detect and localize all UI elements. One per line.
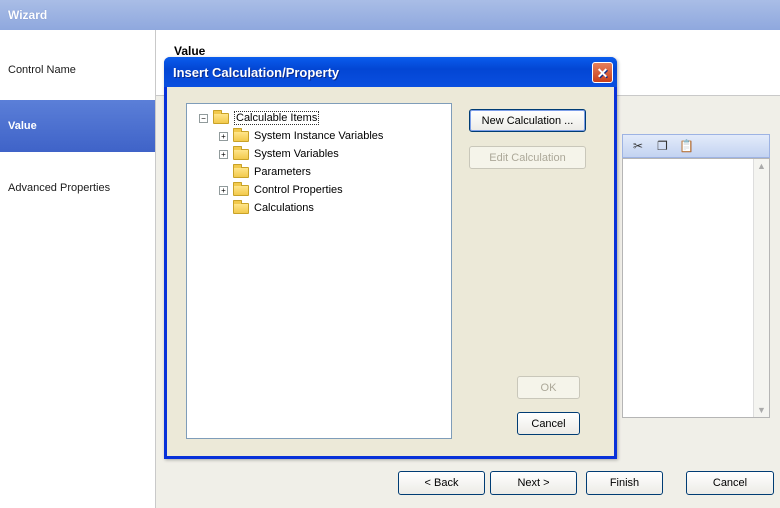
tree-item-label: Parameters <box>254 166 311 178</box>
calculable-items-tree[interactable]: − Calculable Items + System Instance Var… <box>186 103 452 439</box>
cancel-button[interactable]: Cancel <box>686 471 774 495</box>
dialog-title: Insert Calculation/Property <box>173 65 340 80</box>
folder-icon <box>233 181 249 196</box>
nav-item-advanced-properties[interactable]: Advanced Properties <box>0 162 155 214</box>
tree-item-calculations[interactable]: Calculations <box>233 199 314 216</box>
expand-icon[interactable]: + <box>219 185 228 195</box>
folder-icon <box>233 199 249 214</box>
expand-icon[interactable]: + <box>219 149 228 159</box>
nav-item-label: Advanced Properties <box>8 182 111 194</box>
dialog-cancel-button[interactable]: Cancel <box>517 412 580 435</box>
folder-icon <box>233 163 249 178</box>
nav-item-value[interactable]: Value <box>0 100 155 152</box>
back-button[interactable]: < Back <box>398 471 485 495</box>
tree-item-parameters[interactable]: Parameters <box>233 163 311 180</box>
edit-calculation-button[interactable]: Edit Calculation <box>469 146 586 169</box>
wizard-title: Wizard <box>8 8 48 22</box>
nav-item-label: Value <box>8 120 37 132</box>
value-editor[interactable]: ▲ ▼ <box>622 158 770 418</box>
insert-calculation-dialog: Insert Calculation/Property ✕ − Calculab… <box>164 57 617 459</box>
editor-scrollbar[interactable]: ▲ ▼ <box>753 159 769 417</box>
paste-icon[interactable]: 📋 <box>679 139 694 153</box>
collapse-icon[interactable]: − <box>199 113 208 123</box>
page-title: Value <box>174 44 206 58</box>
dialog-title-bar: Insert Calculation/Property ✕ <box>164 57 617 87</box>
folder-icon <box>213 109 229 124</box>
scroll-down-icon[interactable]: ▼ <box>757 405 766 415</box>
new-calculation-button[interactable]: New Calculation ... <box>469 109 586 132</box>
editor-toolbar: ✂ ❐ 📋 <box>622 134 770 158</box>
wizard-nav: Control Name Value Advanced Properties <box>0 30 156 508</box>
tree-item-system-instance-variables[interactable]: + System Instance Variables <box>219 127 384 144</box>
cut-icon[interactable]: ✂ <box>633 139 643 153</box>
tree-item-system-variables[interactable]: + System Variables <box>219 145 339 162</box>
expand-icon[interactable]: + <box>219 131 228 141</box>
close-icon[interactable]: ✕ <box>592 62 613 83</box>
tree-item-label: Calculations <box>254 202 314 214</box>
finish-button[interactable]: Finish <box>586 471 663 495</box>
tree-item-control-properties[interactable]: + Control Properties <box>219 181 343 198</box>
tree-item-label: System Variables <box>254 148 339 160</box>
folder-icon <box>233 145 249 160</box>
tree-item-label: Calculable Items <box>234 111 320 125</box>
tree-item-calculable-items[interactable]: − Calculable Items <box>199 109 320 126</box>
ok-button[interactable]: OK <box>517 376 580 399</box>
copy-icon[interactable]: ❐ <box>657 139 668 153</box>
folder-icon <box>233 127 249 142</box>
tree-item-label: Control Properties <box>254 184 343 196</box>
nav-item-label: Control Name <box>8 64 76 76</box>
next-button[interactable]: Next > <box>490 471 577 495</box>
tree-item-label: System Instance Variables <box>254 130 384 142</box>
nav-item-control-name[interactable]: Control Name <box>0 44 155 96</box>
wizard-title-bar: Wizard <box>0 0 780 30</box>
scroll-up-icon[interactable]: ▲ <box>757 161 766 171</box>
